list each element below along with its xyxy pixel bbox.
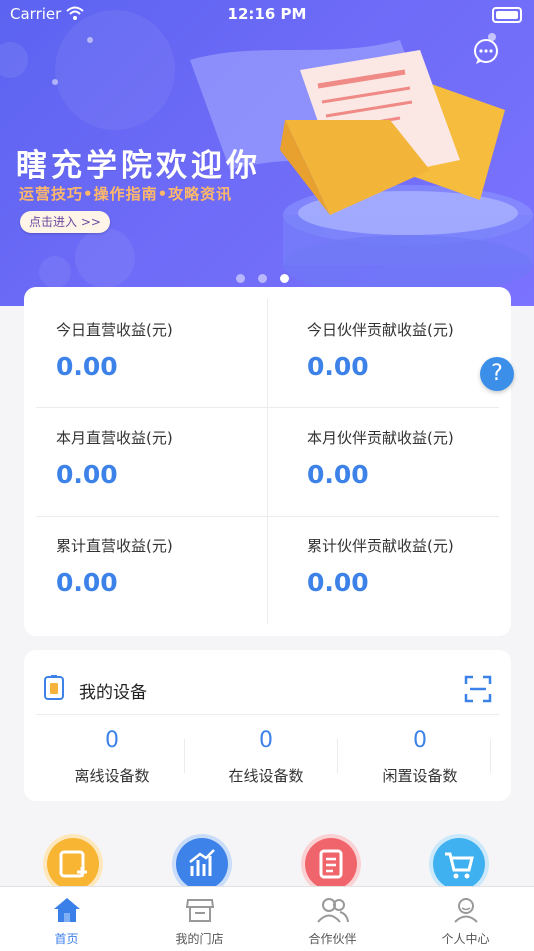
earning-value: 0.00 xyxy=(307,352,369,381)
partners-icon xyxy=(317,898,349,923)
carousel-dot[interactable] xyxy=(236,274,245,283)
banner-subtitle: 运营技巧•操作指南•攻略资讯 xyxy=(19,185,233,203)
banner-title: 瞎充学院欢迎你 xyxy=(16,148,261,184)
device-stat-value: 0 xyxy=(259,728,273,753)
banner[interactable]: Carrier 12:16 PM 瞎充学院欢迎你 运营技巧•操作指南•攻略资讯 … xyxy=(0,0,534,306)
earning-value: 0.00 xyxy=(307,460,369,489)
earning-cell[interactable]: 本月直营收益(元) 0.00 xyxy=(56,427,173,489)
device-stat-value: 0 xyxy=(413,728,427,753)
divider xyxy=(490,739,491,773)
divider xyxy=(36,407,499,408)
help-button[interactable]: ? xyxy=(480,357,514,391)
earning-value: 0.00 xyxy=(56,352,118,381)
earning-value: 0.00 xyxy=(56,568,118,597)
device-stat-online[interactable]: 0 在线设备数 xyxy=(191,728,341,786)
device-stat-label: 离线设备数 xyxy=(74,767,150,785)
device-battery-icon xyxy=(44,675,64,700)
device-stat-value: 0 xyxy=(105,728,119,753)
earnings-card: 今日直营收益(元) 0.00 今日伙伴贡献收益(元) 0.00 本月直营收益(元… xyxy=(24,287,511,636)
tab-bar: 首页 我的门店 合作伙伴 个人中心 xyxy=(0,886,534,951)
carousel-dot-active[interactable] xyxy=(280,274,289,283)
store-icon xyxy=(185,899,215,922)
scan-icon[interactable] xyxy=(464,675,492,703)
quick-stats-icon[interactable] xyxy=(176,838,228,890)
earning-label: 本月直营收益(元) xyxy=(56,429,173,447)
divider xyxy=(267,299,268,624)
earning-cell[interactable]: 累计直营收益(元) 0.00 xyxy=(56,535,173,597)
enter-button[interactable]: 点击进入 >> xyxy=(20,211,110,233)
divider xyxy=(337,739,338,773)
divider xyxy=(36,516,499,517)
earning-label: 累计伙伴贡献收益(元) xyxy=(307,537,454,555)
tab-profile[interactable]: 个人中心 xyxy=(399,887,532,951)
earning-value: 0.00 xyxy=(56,460,118,489)
device-stat-offline[interactable]: 0 离线设备数 xyxy=(37,728,187,786)
tab-store[interactable]: 我的门店 xyxy=(133,887,266,951)
quick-add-order-icon[interactable] xyxy=(47,838,99,890)
device-stat-label: 在线设备数 xyxy=(228,767,304,785)
home-icon xyxy=(54,898,80,922)
earning-cell[interactable]: 本月伙伴贡献收益(元) 0.00 xyxy=(307,427,454,489)
earning-label: 本月伙伴贡献收益(元) xyxy=(307,429,454,447)
devices-title: 我的设备 xyxy=(79,683,147,703)
earning-cell[interactable]: 今日直营收益(元) 0.00 xyxy=(56,319,173,381)
earning-cell[interactable]: 累计伙伴贡献收益(元) 0.00 xyxy=(307,535,454,597)
earning-label: 今日直营收益(元) xyxy=(56,321,173,339)
quick-cart-icon[interactable] xyxy=(433,838,485,890)
earning-cell[interactable]: 今日伙伴贡献收益(元) 0.00 xyxy=(307,319,454,381)
divider xyxy=(36,714,499,715)
battery-icon xyxy=(492,7,522,23)
profile-icon xyxy=(454,898,478,923)
device-stat-label: 闲置设备数 xyxy=(382,767,458,785)
tab-label: 我的门店 xyxy=(175,932,224,946)
status-time: 12:16 PM xyxy=(227,5,307,23)
tab-label: 合作伙伴 xyxy=(308,932,357,946)
tab-label: 个人中心 xyxy=(441,932,490,946)
chat-bubble-icon[interactable] xyxy=(472,38,500,66)
carousel-indicator[interactable] xyxy=(236,268,302,287)
earning-label: 今日伙伴贡献收益(元) xyxy=(307,321,454,339)
tab-label: 首页 xyxy=(54,932,79,946)
earning-label: 累计直营收益(元) xyxy=(56,537,173,555)
status-bar: Carrier 12:16 PM xyxy=(0,0,534,28)
earning-value: 0.00 xyxy=(307,568,369,597)
tab-home[interactable]: 首页 xyxy=(0,887,133,951)
carousel-dot[interactable] xyxy=(258,274,267,283)
device-stat-idle[interactable]: 0 闲置设备数 xyxy=(345,728,495,786)
quick-document-icon[interactable] xyxy=(305,838,357,890)
divider xyxy=(184,739,185,773)
tab-partners[interactable]: 合作伙伴 xyxy=(266,887,399,951)
devices-card: 我的设备 0 离线设备数 0 在线设备数 0 闲置设备数 xyxy=(24,650,511,801)
